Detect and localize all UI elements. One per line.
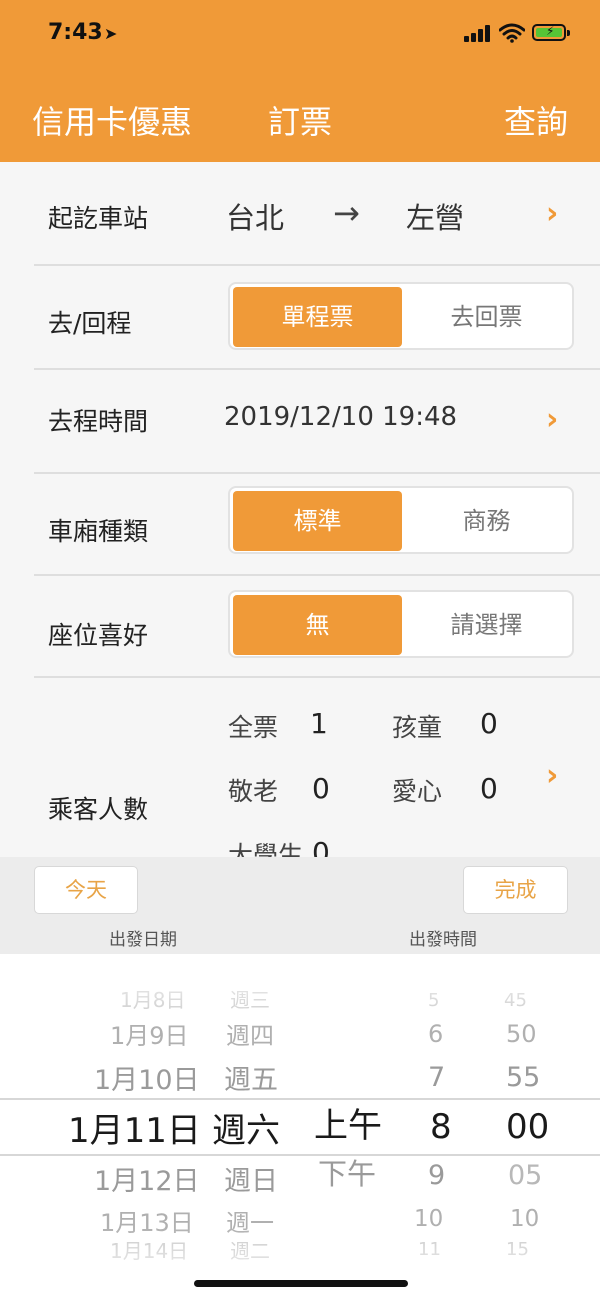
picker-minute-selected[interactable]: 00 [506,1110,549,1144]
picker-weekday-item[interactable]: 週日 [224,1168,278,1195]
picker-minute-item[interactable]: 50 [506,1022,537,1046]
car-type-label: 車廂種類 [48,517,149,546]
picker-date-item[interactable]: 1月10日 [94,1067,200,1094]
child-count: 0 [480,707,498,740]
status-bar: 7:43 ➤ ⚡ [0,18,600,52]
car-type-segmented-control: 標準 商務 [228,486,574,554]
from-station: 台北 [226,201,285,235]
picker-hour-item[interactable]: 10 [414,1208,443,1231]
business-car-option[interactable]: 商務 [402,491,571,551]
seat-preference-row: 座位喜好 無 請選擇 [0,576,600,678]
student-count: 0 [312,836,330,857]
home-indicator[interactable] [194,1280,408,1287]
picker-date-item[interactable]: 1月9日 [110,1024,189,1048]
picker-hour-item[interactable]: 9 [428,1162,445,1189]
car-type-row: 車廂種類 標準 商務 [0,474,600,576]
chevron-right-icon[interactable]: › [546,196,558,231]
picker-minute-item[interactable]: 55 [506,1064,540,1091]
picker-ampm-item[interactable]: 下午 [318,1160,376,1189]
passengers-label: 乘客人數 [48,795,149,824]
picker-fade-top [0,954,600,1024]
picker-hour-item[interactable]: 5 [428,992,439,1010]
picker-weekday-item[interactable]: 週一 [226,1211,274,1235]
disabled-count: 0 [480,772,498,805]
disabled-label: 愛心 [392,777,443,806]
chevron-right-icon[interactable]: › [546,402,558,437]
adult-label: 全票 [228,713,279,742]
picker-hour-item[interactable]: 7 [428,1064,445,1091]
student-label: 大學生 [228,841,304,857]
picker-date-selected[interactable]: 1月11日 [68,1114,201,1148]
arrow-right-icon: → [333,194,360,232]
picker-weekday-item[interactable]: 週二 [230,1241,270,1261]
standard-car-option[interactable]: 標準 [233,491,402,551]
status-time: 7:43 [48,20,103,45]
picker-weekday-item[interactable]: 週三 [230,990,270,1010]
picker-minute-item[interactable]: 45 [504,992,527,1010]
picker-date-item[interactable]: 1月12日 [94,1168,200,1195]
picker-date-item[interactable]: 1月8日 [120,990,185,1010]
time-column-header: 出發時間 [409,930,477,950]
senior-label: 敬老 [228,777,279,806]
picker-hour-selected[interactable]: 8 [430,1110,452,1144]
battery-icon: ⚡ [532,24,570,41]
adult-count: 1 [310,707,328,740]
departure-time-row[interactable]: 去程時間 2019/12/10 19:48 › [0,370,600,472]
senior-count: 0 [312,772,330,805]
wifi-icon [499,23,525,43]
picker-date-item[interactable]: 1月13日 [100,1211,194,1235]
picker-ampm-selected[interactable]: 上午 [314,1109,382,1143]
trip-type-segmented-control: 單程票 去回票 [228,282,574,350]
picker-date-item[interactable]: 1月14日 [110,1241,188,1261]
app-header: 7:43 ➤ ⚡ 信用卡優惠 訂票 查詢 [0,0,600,162]
query-tab[interactable]: 查詢 [504,97,568,143]
chevron-right-icon[interactable]: › [546,758,558,793]
departure-time-value: 2019/12/10 19:48 [224,402,458,432]
departure-time-label: 去程時間 [48,407,149,436]
picker-weekday-selected[interactable]: 週六 [212,1114,280,1148]
booking-form: 起訖車站 台北 → 左營 › 去/回程 單程票 去回票 去程時間 2019/12… [0,162,600,857]
one-way-option[interactable]: 單程票 [233,287,402,347]
seat-preference-segmented-control: 無 請選擇 [228,590,574,658]
location-arrow-icon: ➤ [104,24,118,43]
credit-card-offers-tab[interactable]: 信用卡優惠 [32,97,192,143]
picker-hour-item[interactable]: 11 [418,1241,441,1259]
picker-hour-item[interactable]: 6 [428,1022,443,1046]
station-row[interactable]: 起訖車站 台北 → 左營 › [0,162,600,264]
picker-minute-item[interactable]: 15 [506,1241,529,1259]
trip-type-row: 去/回程 單程票 去回票 [0,266,600,368]
picker-weekday-item[interactable]: 週五 [224,1067,278,1094]
picker-weekday-item[interactable]: 週四 [226,1024,274,1048]
date-column-header: 出發日期 [109,930,177,950]
no-preference-option[interactable]: 無 [233,595,402,655]
trip-type-label: 去/回程 [48,309,132,338]
picker-minute-item[interactable]: 05 [508,1162,542,1189]
station-label: 起訖車站 [48,204,149,233]
choose-seat-option[interactable]: 請選擇 [402,595,571,655]
child-label: 孩童 [392,713,443,742]
picker-toolbar: 今天 完成 出發日期 出發時間 [0,857,600,954]
to-station: 左營 [406,201,465,235]
seat-preference-label: 座位喜好 [48,621,149,650]
done-button[interactable]: 完成 [463,866,568,914]
today-button[interactable]: 今天 [34,866,138,914]
picker-minute-item[interactable]: 10 [510,1208,539,1231]
round-trip-option[interactable]: 去回票 [402,287,571,347]
datetime-picker[interactable]: 1月8日 1月9日 1月10日 1月11日 1月12日 1月13日 1月14日 … [0,954,600,1297]
passengers-row[interactable]: 乘客人數 全票 1 孩童 0 敬老 0 愛心 0 大學生 0 › [0,678,600,857]
cellular-signal-icon [464,24,492,42]
booking-title: 訂票 [268,103,333,141]
